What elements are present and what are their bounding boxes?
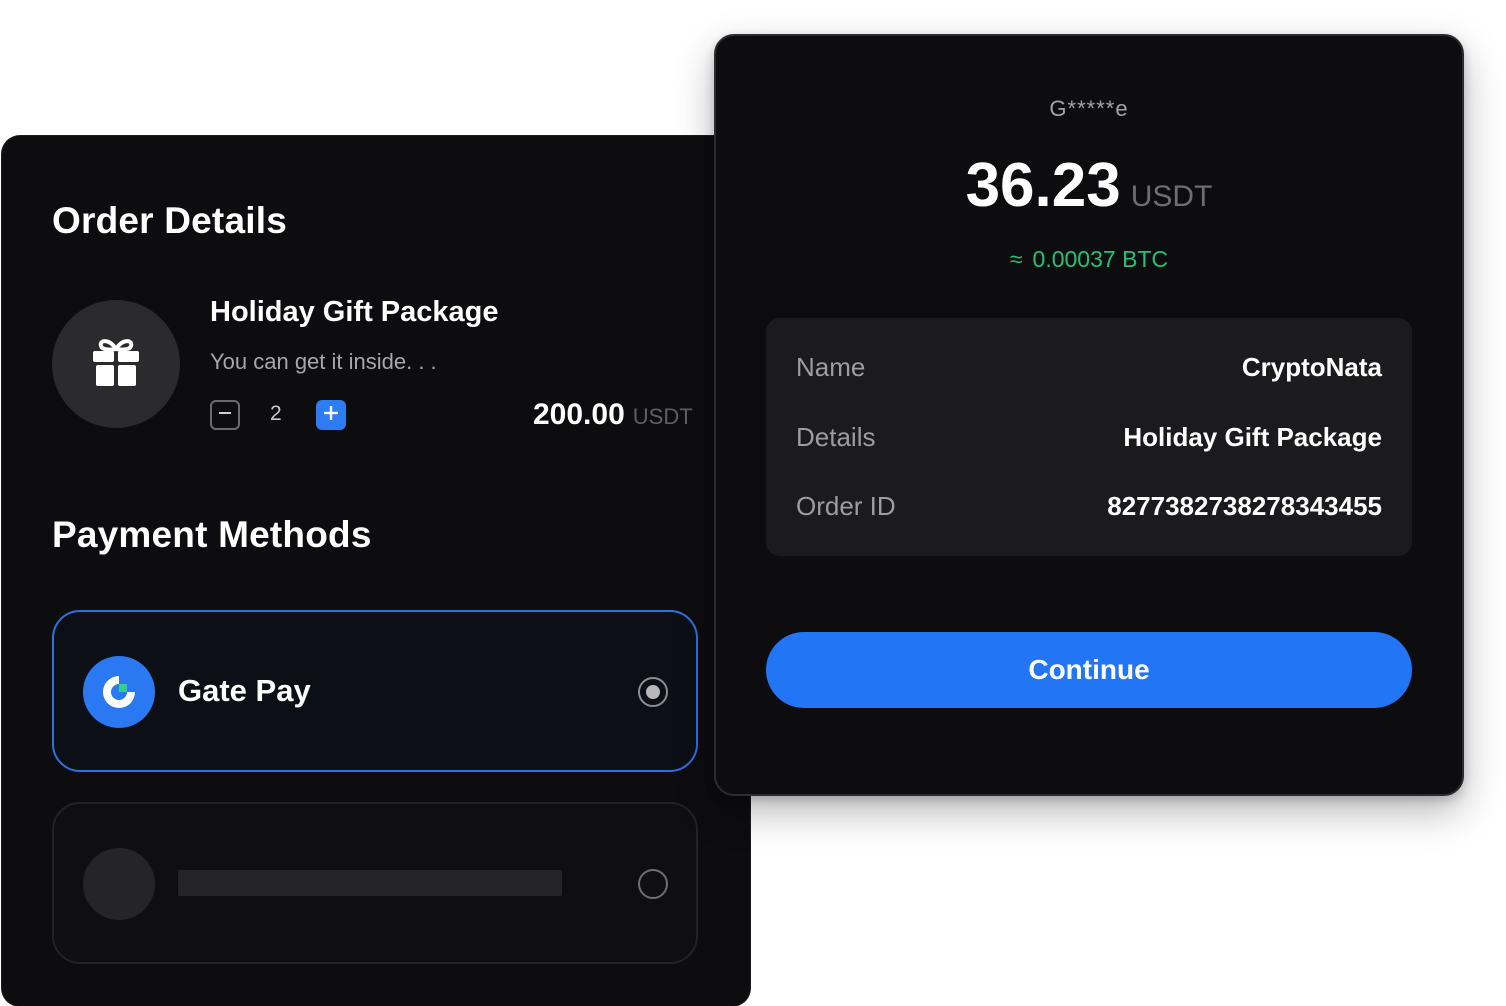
gate-pay-logo-icon: [83, 656, 155, 728]
radio-dot: [646, 685, 660, 699]
order-card: Order Details Holiday Gift Package You c…: [2, 136, 750, 1006]
detail-row-name: Name CryptoNata: [796, 349, 1382, 385]
price-currency: USDT: [632, 404, 693, 429]
detail-key: Name: [796, 351, 866, 382]
detail-key: Details: [796, 421, 876, 452]
detail-value: CryptoNata: [1241, 351, 1382, 382]
quantity-decrease-button[interactable]: [210, 400, 240, 430]
detail-value: Holiday Gift Package: [1123, 421, 1382, 452]
detail-key: Order ID: [796, 490, 896, 521]
btc-equivalent: ≈0.00037 BTC: [716, 246, 1462, 273]
gift-icon: [91, 336, 141, 393]
product-avatar: [52, 300, 180, 428]
detail-value: 82773827382783434​55: [1107, 490, 1382, 521]
detail-row-order-id: Order ID 82773827382783434​55: [796, 488, 1382, 524]
radio-unselected[interactable]: [638, 869, 668, 899]
btc-value: 0.00037 BTC: [1032, 246, 1169, 272]
payment-methods-title: Payment Methods: [52, 514, 372, 555]
amount-value: 36.23: [965, 151, 1121, 220]
payment-method-label: Gate Pay: [178, 673, 311, 708]
product-description: You can get it inside. . .: [210, 349, 437, 374]
plus-icon: [322, 404, 340, 427]
product-price: 200.00 USDT: [533, 398, 693, 432]
product-name: Holiday Gift Package: [210, 296, 499, 328]
merchant-name: G*****e: [1049, 96, 1129, 121]
minus-icon: [217, 405, 233, 426]
approx-symbol: ≈: [1009, 246, 1023, 272]
radio-selected[interactable]: [638, 677, 668, 707]
detail-row-details: Details Holiday Gift Package: [796, 419, 1382, 455]
quantity-increase-button[interactable]: [316, 400, 346, 430]
price-amount: 200.00: [533, 398, 625, 431]
payment-method-placeholder[interactable]: [52, 802, 698, 964]
payment-method-gate-pay[interactable]: Gate Pay: [52, 610, 698, 772]
payment-confirm-card: G*****e 36.23 USDT ≈0.00037 BTC Name Cryp…: [714, 34, 1464, 796]
quantity-value: 2: [270, 402, 282, 425]
amount-currency: USDT: [1130, 180, 1213, 213]
order-details-title: Order Details: [52, 200, 287, 241]
placeholder-logo: [83, 848, 155, 920]
placeholder-label-bar: [178, 870, 562, 896]
payment-amount: 36.23 USDT: [716, 150, 1462, 221]
order-summary-box: Name CryptoNata Details Holiday Gift Pac…: [766, 318, 1412, 556]
continue-button[interactable]: Continue: [766, 632, 1412, 708]
